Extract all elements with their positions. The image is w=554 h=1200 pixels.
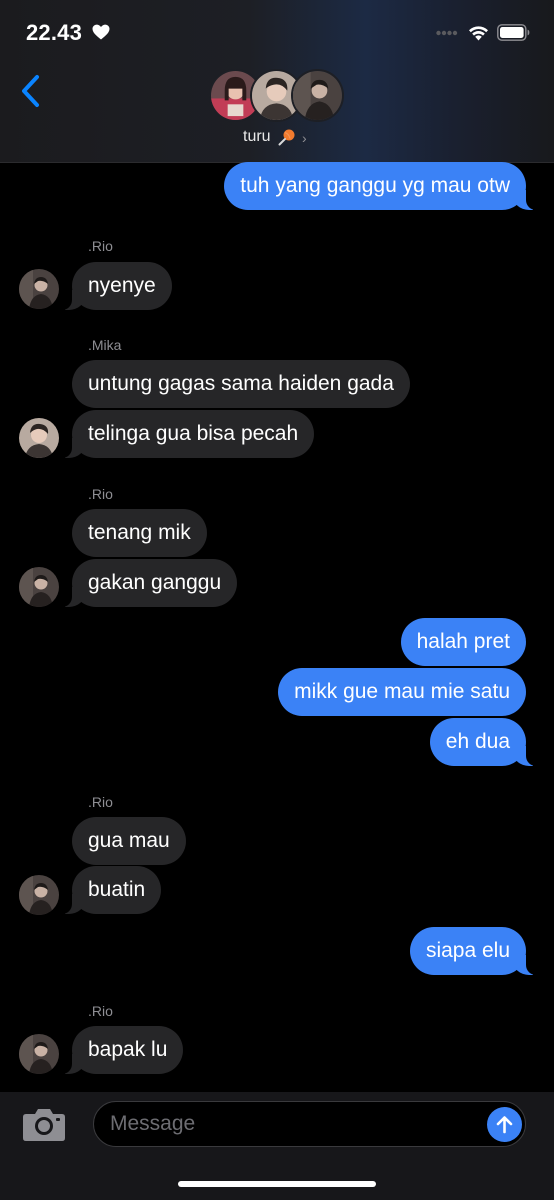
sender-label: .Rio <box>88 1003 113 1019</box>
group-name[interactable]: turu <box>243 128 271 146</box>
conversation-header: 22.43 turu › <box>0 0 554 163</box>
lollipop-emoji-icon <box>278 129 295 146</box>
message-text: telinga gua bisa pecah <box>88 422 299 445</box>
sender-label: .Rio <box>88 238 113 254</box>
chevron-left-icon[interactable] <box>20 74 42 108</box>
arrow-up-icon <box>496 1116 513 1134</box>
message-text: halah pret <box>416 630 510 653</box>
incoming-message[interactable]: bapak lu <box>60 1026 184 1074</box>
outgoing-message[interactable]: halah pret <box>400 618 526 666</box>
message-text: bapak lu <box>88 1038 168 1061</box>
message-input[interactable] <box>110 1102 480 1146</box>
message-text: tenang mik <box>88 521 191 544</box>
message-text: nyenye <box>88 274 156 297</box>
avatar <box>291 69 344 122</box>
message-field[interactable] <box>93 1101 526 1147</box>
chevron-right-icon[interactable]: › <box>302 130 307 146</box>
message-text: untung gagas sama haiden gada <box>88 372 394 395</box>
message-text: eh dua <box>445 730 510 753</box>
incoming-message[interactable]: untung gagas sama haiden gada <box>72 360 410 408</box>
message-text: mikk gue mau mie satu <box>294 680 510 703</box>
avatar[interactable] <box>19 269 59 309</box>
avatar[interactable] <box>19 875 59 915</box>
battery-icon <box>497 24 530 41</box>
incoming-message[interactable]: gua mau <box>72 817 186 865</box>
home-indicator <box>178 1181 376 1187</box>
heart-icon <box>92 24 110 40</box>
camera-icon[interactable] <box>22 1105 66 1143</box>
send-button[interactable] <box>487 1107 522 1142</box>
group-avatars[interactable] <box>209 69 345 124</box>
message-text: gua mau <box>88 829 170 852</box>
avatar[interactable] <box>19 418 59 458</box>
signal-icon <box>436 30 458 36</box>
incoming-message[interactable]: buatin <box>60 866 162 914</box>
avatar[interactable] <box>19 1034 59 1074</box>
avatar[interactable] <box>19 567 59 607</box>
sender-label: .Rio <box>88 794 113 810</box>
incoming-message[interactable]: telinga gua bisa pecah <box>60 410 315 458</box>
incoming-message[interactable]: nyenye <box>61 262 172 310</box>
outgoing-message[interactable]: tuh yang ganggu yg mau otw <box>224 162 537 210</box>
message-text: siapa elu <box>425 939 510 962</box>
incoming-message[interactable]: gakan ganggu <box>60 559 238 607</box>
outgoing-message[interactable]: eh dua <box>429 718 538 766</box>
incoming-message[interactable]: tenang mik <box>72 509 207 557</box>
status-time: 22.43 <box>26 20 83 45</box>
message-text: buatin <box>88 878 146 901</box>
message-text: tuh yang ganggu yg mau otw <box>240 174 510 197</box>
wifi-icon <box>469 26 488 41</box>
sender-label: .Rio <box>88 486 113 502</box>
sender-label: .Mika <box>88 337 122 353</box>
outgoing-message[interactable]: mikk gue mau mie satu <box>278 668 526 716</box>
outgoing-message[interactable]: siapa elu <box>409 927 538 975</box>
message-text: gakan ganggu <box>88 571 222 594</box>
